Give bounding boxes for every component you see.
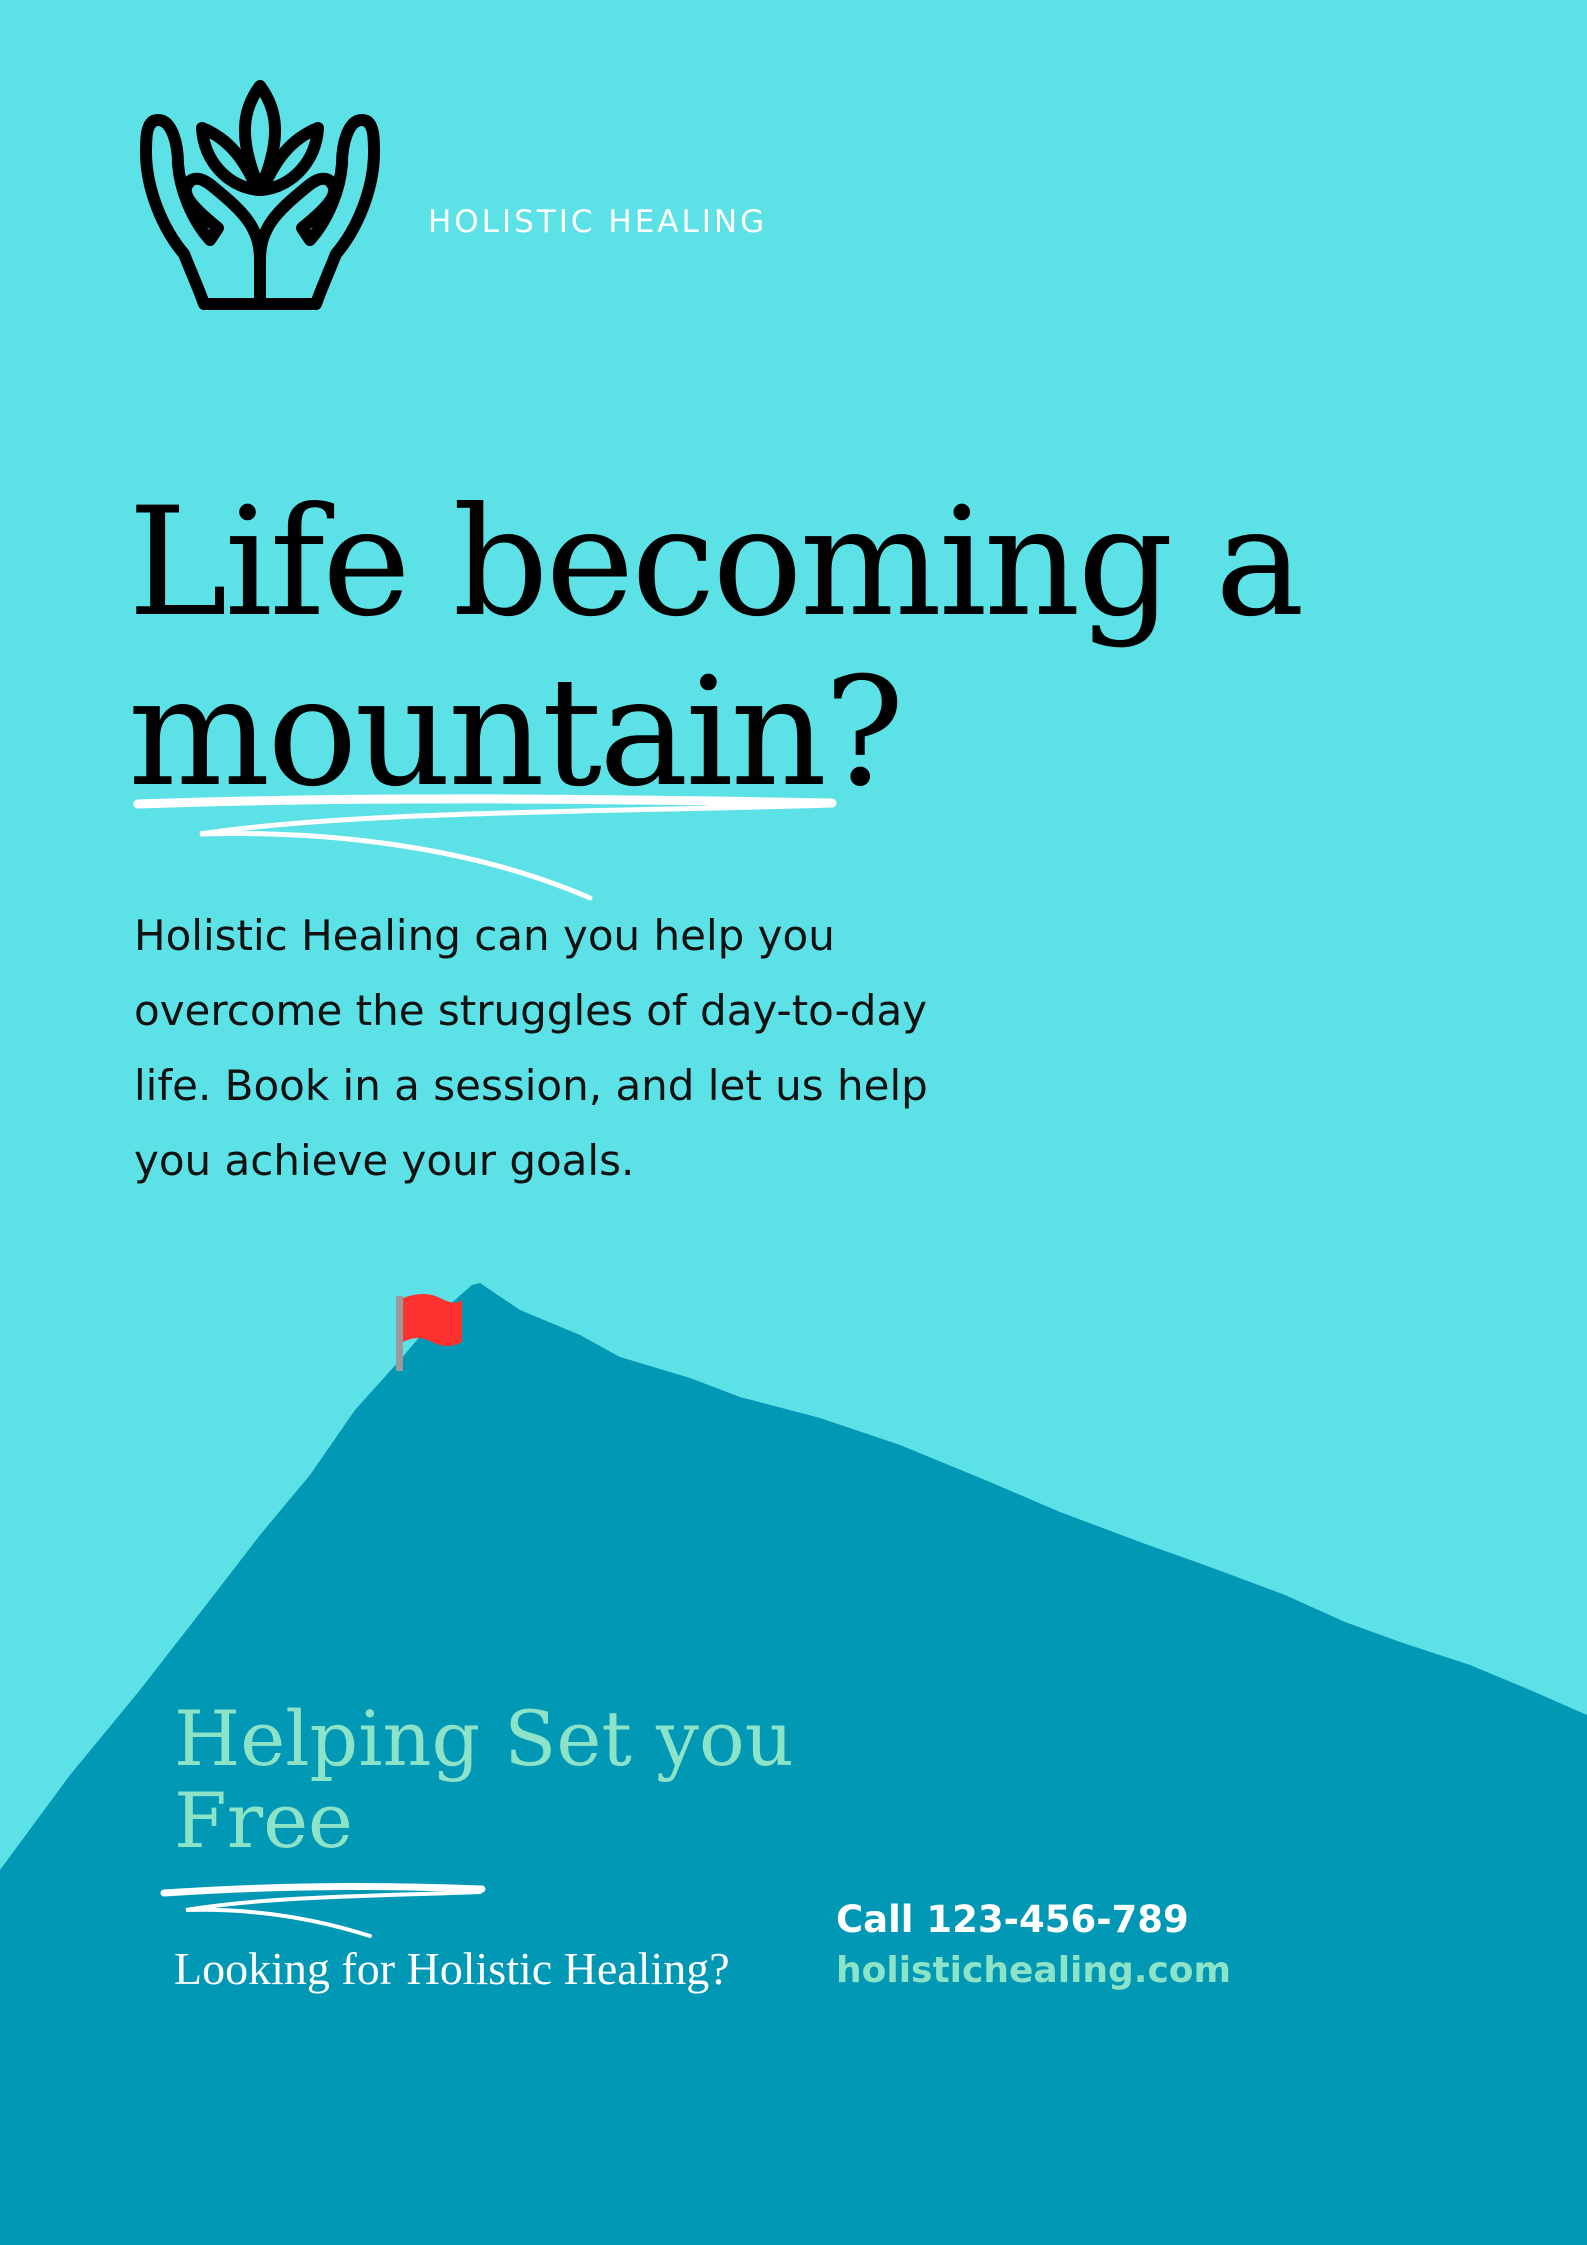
intro-paragraph: Holistic Healing can you help you overco… bbox=[134, 898, 1014, 1198]
subhead-line-1: Helping Set you bbox=[174, 1694, 794, 1783]
question-text: Looking for Holistic Healing? bbox=[174, 1943, 730, 1994]
intro-line-1: Holistic Healing can you help you bbox=[134, 911, 835, 960]
hands-lotus-icon bbox=[140, 80, 380, 310]
intro-line-3: life. Book in a session, and let us help bbox=[134, 1061, 928, 1110]
website-link[interactable]: holistichealing.com bbox=[836, 1950, 1231, 1991]
headline-line-1: Life becoming a bbox=[128, 476, 1305, 650]
poster: HOLISTIC HEALING Life becoming a mountai… bbox=[0, 0, 1587, 2245]
subheadline: Helping Set you Free bbox=[174, 1698, 794, 1862]
intro-line-2: overcome the struggles of day-to-day bbox=[134, 986, 928, 1035]
headline-line-2: mountain? bbox=[128, 646, 904, 820]
brand-name: HOLISTIC HEALING bbox=[428, 204, 768, 240]
phone-number[interactable]: Call 123-456-789 bbox=[836, 1898, 1189, 1941]
flag-pole bbox=[396, 1296, 403, 1371]
intro-line-4: you achieve your goals. bbox=[134, 1136, 635, 1185]
subhead-line-2: Free bbox=[174, 1776, 354, 1865]
headline: Life becoming a mountain? bbox=[128, 478, 1428, 818]
